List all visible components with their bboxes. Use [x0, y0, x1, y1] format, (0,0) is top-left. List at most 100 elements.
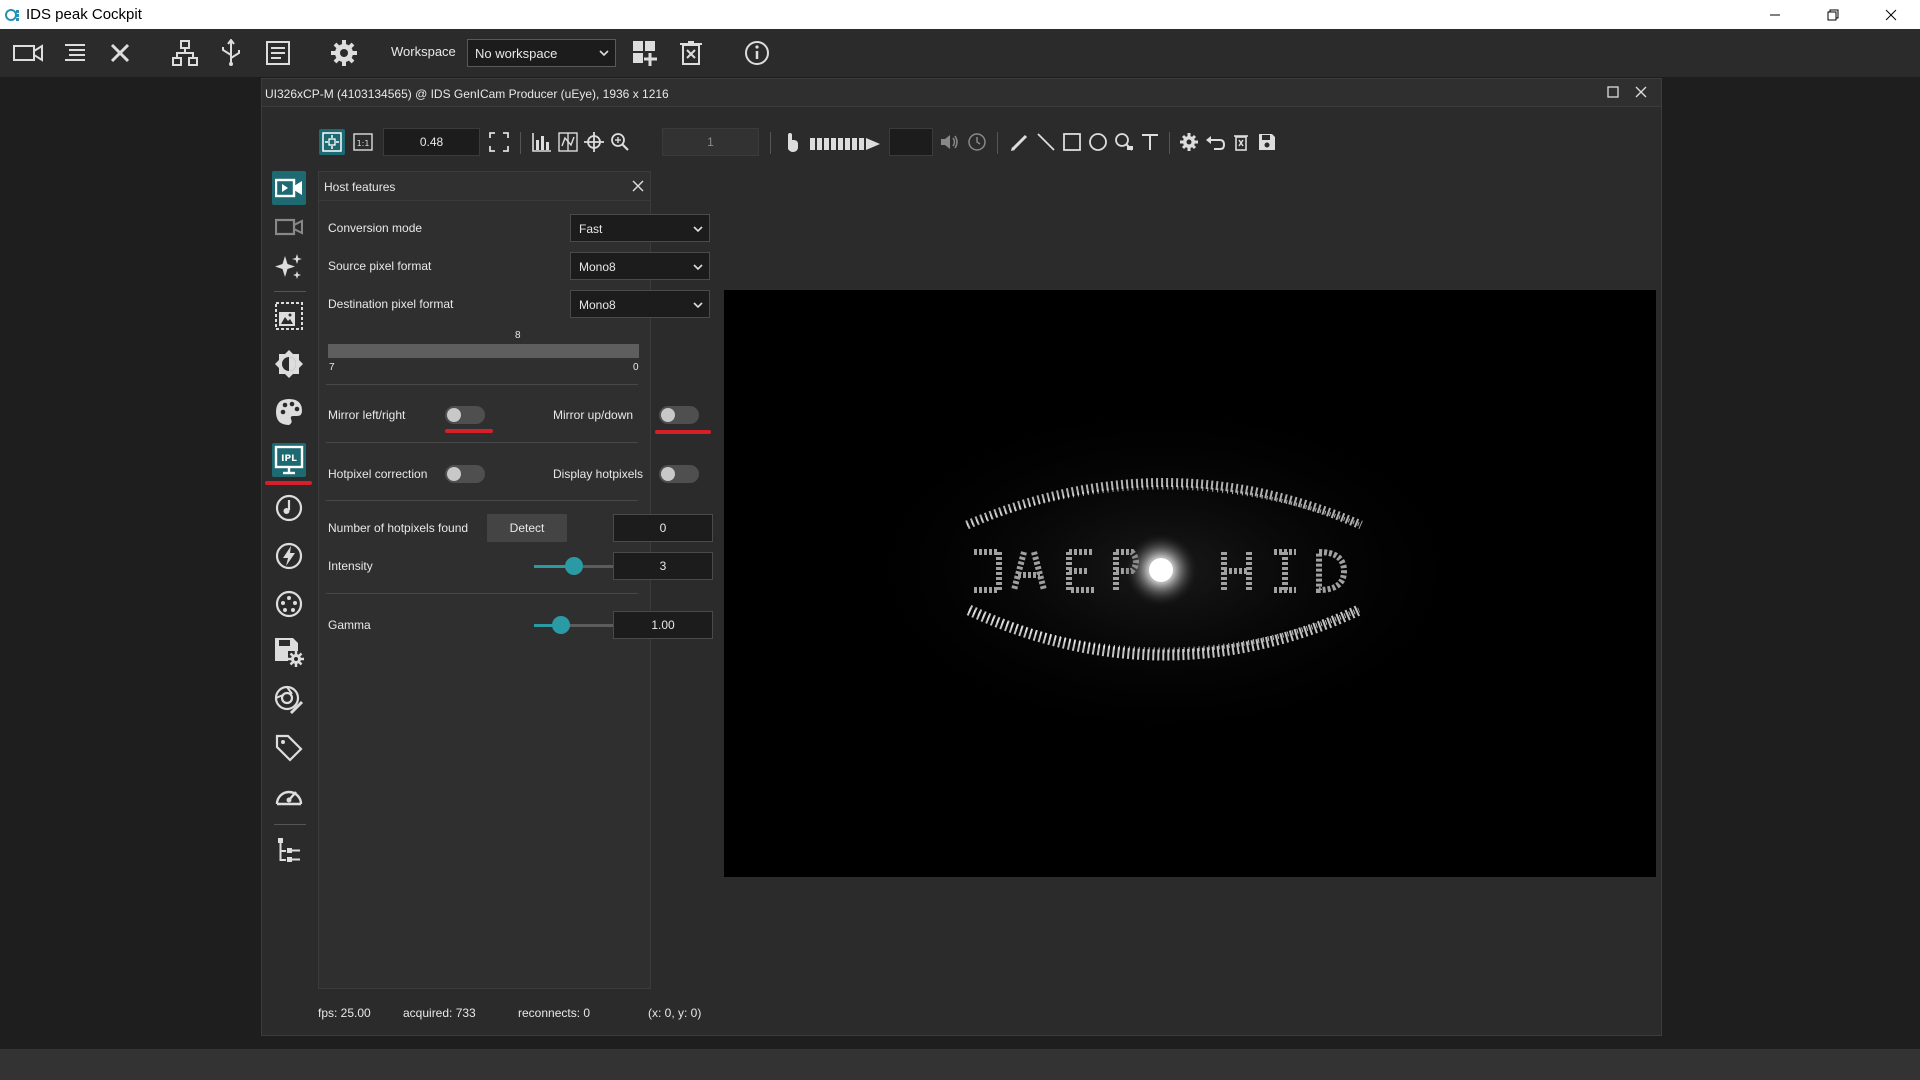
gamma-value-input[interactable]: 1.00 — [613, 611, 713, 639]
sidebar-item-trigger[interactable] — [272, 491, 306, 525]
playback-speed-input[interactable] — [889, 128, 933, 156]
sidebar-item-image-roi[interactable] — [272, 299, 306, 333]
history-button[interactable] — [964, 129, 990, 155]
draw-text-button[interactable] — [1137, 129, 1163, 155]
fit-window-icon — [322, 132, 342, 152]
network-button[interactable] — [169, 37, 201, 69]
slider-knob[interactable] — [552, 616, 570, 634]
slider-knob[interactable] — [565, 557, 583, 575]
sidebar-item-host-features[interactable]: IPL — [272, 443, 306, 477]
list-icon — [65, 44, 85, 61]
bit-range-bar[interactable] — [328, 344, 639, 358]
usb-button[interactable] — [215, 37, 247, 69]
minimize-icon — [1770, 14, 1780, 15]
info-icon — [745, 41, 769, 65]
hotpixels-found-label: Number of hotpixels found — [328, 521, 469, 535]
workspace-select[interactable]: No workspace — [467, 39, 616, 67]
close-camera-button[interactable] — [104, 37, 136, 69]
source-pixel-format-select[interactable]: Mono8 — [570, 252, 710, 280]
cursor-coordinates-status: (x: 0, y: 0) — [648, 1006, 702, 1020]
sidebar-item-color[interactable] — [272, 395, 306, 429]
save-icon — [1259, 134, 1275, 150]
about-button[interactable] — [741, 37, 773, 69]
add-workspace-button[interactable] — [629, 37, 661, 69]
delete-overlay-button[interactable] — [1228, 129, 1254, 155]
line-profile-button[interactable] — [555, 129, 581, 155]
close-window-button[interactable] — [1862, 0, 1920, 29]
log-button[interactable] — [262, 37, 294, 69]
fit-to-window-button[interactable] — [319, 129, 345, 155]
close-camera-window-button[interactable] — [1635, 86, 1647, 98]
close-icon — [632, 180, 644, 192]
acquired-status: acquired: 733 — [403, 1006, 476, 1020]
section-divider — [326, 384, 638, 385]
sidebar-item-lens-settings[interactable] — [272, 683, 306, 717]
histogram-button[interactable] — [529, 129, 555, 155]
mirror-up-down-toggle[interactable] — [659, 406, 699, 424]
close-panel-button[interactable] — [631, 179, 645, 193]
annotation-underline — [655, 430, 711, 434]
crosshair-button[interactable] — [581, 129, 607, 155]
gear-icon — [331, 40, 357, 66]
overlay-settings-button[interactable] — [1176, 129, 1202, 155]
maximize-camera-window-button[interactable] — [1607, 86, 1619, 98]
restore-button[interactable] — [1804, 0, 1862, 29]
volume-button[interactable] — [937, 129, 963, 155]
hotpixel-correction-toggle[interactable] — [445, 465, 485, 483]
conversion-mode-select[interactable]: Fast — [570, 214, 710, 242]
conversion-mode-value: Fast — [579, 222, 603, 236]
open-camera-button[interactable] — [12, 37, 44, 69]
chevron-down-icon — [599, 50, 609, 57]
minimize-button[interactable] — [1746, 0, 1804, 29]
maximize-icon — [1607, 86, 1619, 98]
sidebar-item-brightness[interactable] — [272, 347, 306, 381]
sidebar-item-gpio[interactable] — [272, 587, 306, 621]
playback-speed-bar[interactable] — [810, 137, 880, 151]
hotpixel-correction-label: Hotpixel correction — [328, 467, 428, 481]
fullscreen-button[interactable] — [486, 129, 512, 155]
intensity-value-input[interactable]: 3 — [613, 552, 713, 580]
workspace-label: Workspace — [391, 44, 456, 59]
magnifier-button[interactable] — [607, 129, 633, 155]
undo-button[interactable] — [1202, 129, 1228, 155]
draw-ellipse-button[interactable] — [1085, 129, 1111, 155]
sidebar-item-feature-tree[interactable] — [272, 833, 306, 867]
draw-rectangle-button[interactable] — [1059, 129, 1085, 155]
annotation-underline — [265, 481, 312, 485]
camera-image-view[interactable] — [724, 290, 1656, 877]
sidebar-item-tags[interactable] — [272, 731, 306, 765]
sidebar-item-acquisition[interactable] — [272, 171, 306, 205]
sidebar-item-camera[interactable] — [272, 210, 306, 244]
speed-bar-icon — [810, 138, 880, 150]
pencil-icon — [1011, 134, 1028, 151]
sidebar-item-auto-features[interactable] — [272, 250, 306, 284]
display-hotpixels-toggle[interactable] — [659, 465, 699, 483]
settings-button[interactable] — [328, 37, 360, 69]
destination-pixel-format-value: Mono8 — [579, 298, 616, 312]
sidebar-item-performance[interactable] — [272, 779, 306, 813]
zoom-1-1-button[interactable]: 1:1 — [350, 129, 376, 155]
video-camera-icon — [275, 178, 302, 198]
zoom-factor-input[interactable]: 0.48 — [383, 128, 480, 156]
app-title: IDS peak Cockpit — [26, 6, 142, 23]
draw-line-button[interactable] — [1033, 129, 1059, 155]
save-image-button[interactable] — [1254, 129, 1280, 155]
delete-workspace-button[interactable] — [675, 37, 707, 69]
network-icon — [172, 40, 198, 66]
chevron-down-icon — [693, 302, 703, 309]
mirror-left-right-toggle[interactable] — [445, 406, 485, 424]
frame-number-input[interactable]: 1 — [662, 128, 759, 156]
section-divider — [326, 442, 638, 443]
destination-pixel-format-select[interactable]: Mono8 — [570, 290, 710, 318]
draw-pencil-button[interactable] — [1007, 129, 1033, 155]
measure-button[interactable] — [1111, 129, 1137, 155]
sidebar-item-user-sets[interactable] — [272, 635, 306, 669]
speaker-icon — [941, 135, 958, 149]
camera-list-button[interactable] — [59, 37, 91, 69]
reconnects-status: reconnects: 0 — [518, 1006, 591, 1020]
detect-hotpixels-button[interactable]: Detect — [487, 514, 567, 542]
pan-hand-button[interactable] — [780, 129, 806, 155]
sidebar-item-flash[interactable] — [272, 539, 306, 573]
clock-trigger-icon — [275, 494, 303, 522]
mirror-up-down-label: Mirror up/down — [553, 408, 634, 422]
